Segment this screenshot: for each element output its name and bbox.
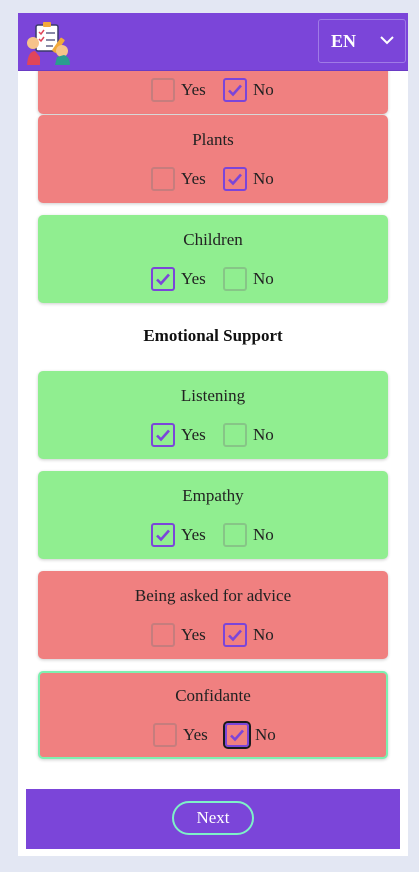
question-card: Empathy Yes No <box>38 471 388 559</box>
language-label: EN <box>331 31 357 51</box>
yes-checkbox[interactable] <box>153 723 177 747</box>
question-title: Confidante <box>175 686 251 705</box>
question-card: Children Yes No <box>38 215 388 303</box>
no-checkbox[interactable] <box>223 423 247 447</box>
check-icon <box>228 629 242 642</box>
check-icon <box>156 429 170 442</box>
no-checkbox[interactable] <box>223 167 247 191</box>
question-title: Being asked for advice <box>134 586 292 605</box>
question-title: Plants <box>192 130 234 149</box>
yes-checkbox[interactable] <box>151 267 175 291</box>
language-select[interactable]: EN <box>318 19 406 63</box>
no-label: No <box>253 625 274 644</box>
question-card: Being asked for advice Yes No <box>38 571 388 659</box>
question-card: Plants Yes No <box>38 115 388 203</box>
app-window: Yes No Plants Yes No Children Yes No Emo… <box>18 13 408 856</box>
question-title: Children <box>183 230 243 249</box>
yes-label: Yes <box>181 80 206 99</box>
yes-label: Yes <box>181 525 206 544</box>
check-icon <box>156 273 170 286</box>
section-title: Emotional Support <box>143 326 283 345</box>
check-icon <box>156 529 170 542</box>
app-header: EN <box>18 13 408 71</box>
question-title: Empathy <box>182 486 244 505</box>
yes-label: Yes <box>183 725 208 744</box>
yes-label: Yes <box>181 625 206 644</box>
footer-bar: Next <box>26 789 400 849</box>
no-checkbox[interactable] <box>223 523 247 547</box>
no-label: No <box>253 169 274 188</box>
check-icon <box>228 173 242 186</box>
checklist-logo-icon <box>27 22 70 65</box>
no-checkbox[interactable] <box>223 78 247 102</box>
yes-label: Yes <box>181 425 206 444</box>
yes-checkbox[interactable] <box>151 423 175 447</box>
yes-checkbox[interactable] <box>151 78 175 102</box>
check-icon <box>228 84 242 97</box>
no-label: No <box>255 725 276 744</box>
yes-checkbox[interactable] <box>151 623 175 647</box>
no-label: No <box>253 80 274 99</box>
question-card: Listening Yes No <box>38 371 388 459</box>
no-label: No <box>253 525 274 544</box>
chevron-down-icon <box>380 36 394 45</box>
yes-checkbox[interactable] <box>151 167 175 191</box>
question-card: Confidante Yes No <box>38 671 388 759</box>
next-button[interactable]: Next <box>172 801 254 835</box>
no-checkbox[interactable] <box>223 623 247 647</box>
questionnaire-scroll-area[interactable]: Yes No Plants Yes No Children Yes No Emo… <box>18 13 408 783</box>
check-icon <box>230 729 244 742</box>
yes-checkbox[interactable] <box>151 523 175 547</box>
yes-label: Yes <box>181 169 206 188</box>
yes-label: Yes <box>181 269 206 288</box>
app-logo <box>26 21 72 65</box>
no-label: No <box>253 425 274 444</box>
question-title: Listening <box>180 386 246 405</box>
no-checkbox[interactable] <box>223 267 247 291</box>
no-checkbox[interactable] <box>225 723 249 747</box>
no-label: No <box>253 269 274 288</box>
